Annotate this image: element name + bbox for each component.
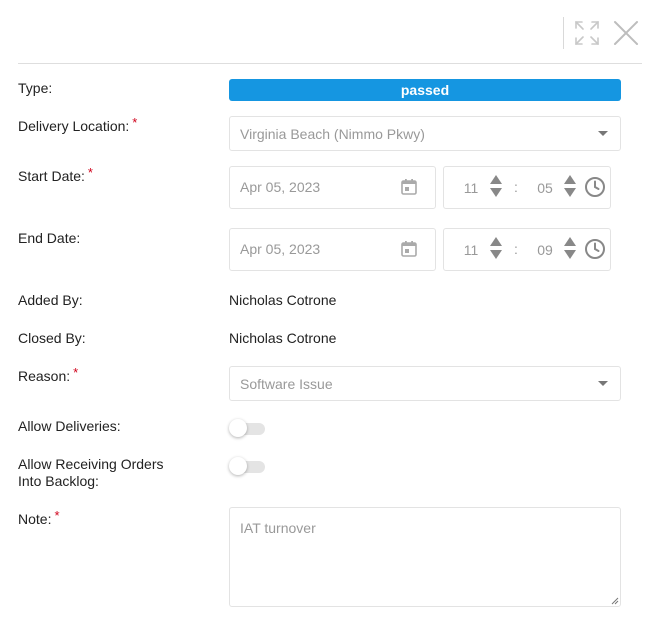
added-by-value: Nicholas Cotrone	[229, 292, 337, 308]
reason-select[interactable]: Software Issue	[229, 366, 621, 401]
required-marker: *	[73, 365, 79, 380]
reason-label: Reason: *	[18, 365, 79, 384]
closed-by-label: Closed By:	[18, 330, 86, 346]
close-icon[interactable]	[612, 19, 640, 47]
start-date-input[interactable]: Apr 05, 2023	[229, 166, 436, 209]
toggle-knob	[229, 419, 247, 437]
delivery-location-select[interactable]: Virginia Beach (Nimmo Pkwy)	[229, 116, 621, 151]
start-minute-value[interactable]: 05	[532, 180, 558, 196]
start-date-value: Apr 05, 2023	[240, 179, 321, 195]
required-marker: *	[132, 115, 138, 130]
delivery-location-value: Virginia Beach (Nimmo Pkwy)	[240, 126, 425, 142]
status-badge: passed	[229, 79, 621, 101]
chevron-down-icon	[598, 381, 608, 386]
end-hour-stepper[interactable]	[490, 237, 502, 261]
allow-deliveries-label: Allow Deliveries:	[18, 418, 121, 434]
required-marker: *	[54, 508, 60, 523]
type-label: Type:	[18, 80, 53, 96]
calendar-icon[interactable]	[400, 178, 418, 196]
end-minute-value[interactable]: 09	[532, 242, 558, 258]
header-divider	[563, 17, 564, 49]
start-hour-stepper[interactable]	[490, 175, 502, 199]
toggle-knob	[229, 457, 247, 475]
header-rule	[18, 63, 642, 64]
start-minute-stepper[interactable]	[564, 175, 576, 199]
end-date-label: End Date:	[18, 230, 81, 246]
dialog-header	[0, 0, 660, 64]
resize-grip-icon[interactable]	[609, 595, 619, 605]
end-minute-stepper[interactable]	[564, 237, 576, 261]
clock-icon[interactable]	[584, 238, 606, 260]
allow-deliveries-toggle[interactable]	[229, 418, 265, 438]
allow-backlog-toggle[interactable]	[229, 456, 265, 476]
delivery-location-label: Delivery Location: *	[18, 115, 138, 134]
calendar-icon[interactable]	[400, 240, 418, 258]
start-hour-value[interactable]: 11	[458, 180, 484, 196]
chevron-down-icon	[598, 131, 608, 136]
clock-icon[interactable]	[584, 176, 606, 198]
time-separator: :	[514, 179, 518, 195]
allow-backlog-label: Allow Receiving Orders Into Backlog:	[18, 456, 164, 489]
start-date-label: Start Date: *	[18, 165, 93, 184]
expand-icon[interactable]	[574, 20, 600, 46]
closed-by-value: Nicholas Cotrone	[229, 330, 337, 346]
end-time-input[interactable]: 11 : 09	[443, 228, 611, 271]
start-time-input[interactable]: 11 : 05	[443, 166, 611, 209]
note-label: Note: *	[18, 508, 60, 527]
added-by-label: Added By:	[18, 292, 83, 308]
required-marker: *	[87, 165, 93, 180]
end-date-value: Apr 05, 2023	[240, 241, 321, 257]
note-value: IAT turnover	[240, 520, 316, 536]
reason-value: Software Issue	[240, 376, 333, 392]
note-textarea[interactable]: IAT turnover	[229, 507, 621, 607]
time-separator: :	[514, 241, 518, 257]
end-date-input[interactable]: Apr 05, 2023	[229, 228, 436, 271]
end-hour-value[interactable]: 11	[458, 242, 484, 258]
